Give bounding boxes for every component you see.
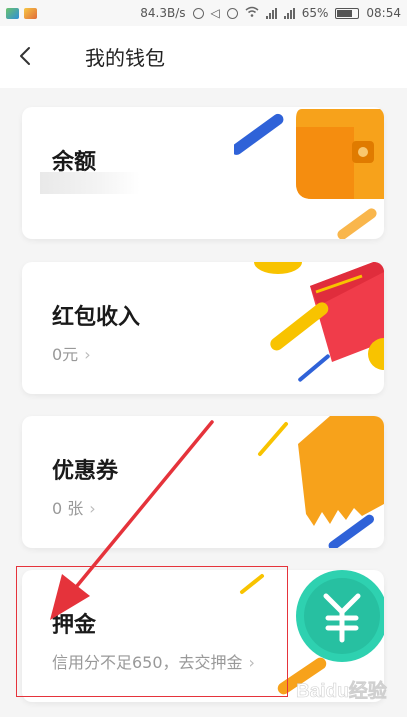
status-bar: 84.3B/s ◁ 65% 08:54 <box>0 0 407 26</box>
app-header: 我的钱包 <box>0 26 407 88</box>
chevron-left-icon <box>20 47 30 65</box>
card-title: 红包收入 <box>52 305 141 330</box>
clock: 08:54 <box>366 6 401 20</box>
alarm-icon <box>226 7 238 19</box>
signal-icon-2 <box>283 7 295 19</box>
notification-icons <box>6 7 37 19</box>
back-button[interactable] <box>14 44 38 68</box>
send-icon: ◁ <box>210 6 220 20</box>
card-subtitle: 0 张 › <box>52 499 96 518</box>
battery-percent: 65% <box>301 6 329 20</box>
wallet-illustration-icon <box>234 109 384 239</box>
deposit-card[interactable]: 押金 信用分不足650，去交押金 › <box>22 570 384 702</box>
card-subtitle: 信用分不足650，去交押金 › <box>52 653 255 672</box>
red-packet-income-card[interactable]: 红包收入 0元 › <box>22 262 384 394</box>
coupon-card[interactable]: 优惠券 0 张 › <box>22 416 384 548</box>
image-notification-icon <box>24 7 37 19</box>
red-packet-illustration-icon <box>254 262 384 382</box>
battery-icon <box>335 7 360 19</box>
network-speed: 84.3B/s <box>140 6 186 20</box>
coupon-illustration-icon <box>258 416 384 548</box>
page-title: 我的钱包 <box>85 46 165 70</box>
location-icon <box>192 7 204 19</box>
signal-icon <box>265 7 277 19</box>
card-subtitle: 0元 › <box>52 345 91 364</box>
chevron-right-icon: › <box>84 345 91 364</box>
card-title: 优惠券 <box>52 459 119 484</box>
deposit-coin-illustration-icon <box>240 570 384 695</box>
gallery-notification-icon <box>6 7 19 19</box>
wifi-icon <box>245 6 259 20</box>
card-title: 押金 <box>52 613 97 638</box>
balance-value-redacted <box>40 172 140 194</box>
chevron-right-icon: › <box>89 499 96 518</box>
balance-card[interactable]: 余额 <box>22 107 384 239</box>
